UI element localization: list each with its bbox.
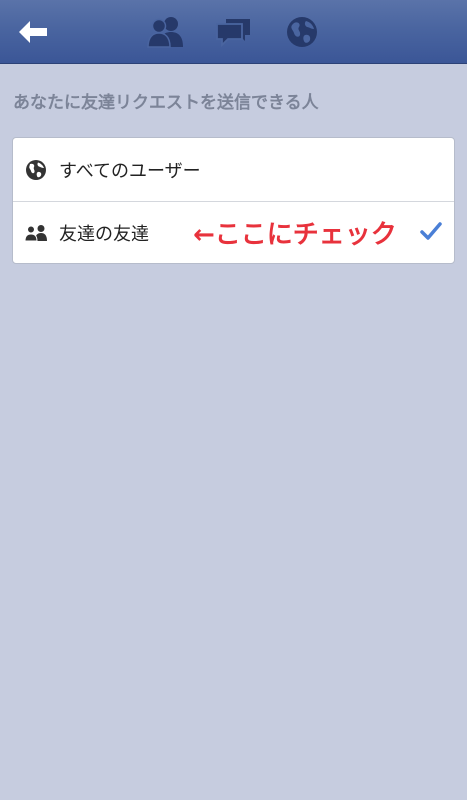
friends-icon [147, 17, 183, 48]
checkmark-icon [420, 222, 442, 240]
globe-icon [13, 159, 59, 181]
back-arrow-icon [19, 21, 47, 43]
option-friends-of-friends[interactable]: 友達の友達 ←ここにチェック [13, 201, 454, 263]
notifications-tab[interactable] [276, 0, 328, 64]
navigation-bar [0, 0, 467, 64]
messages-icon [216, 19, 250, 48]
option-everyone[interactable]: すべてのユーザー [13, 138, 454, 202]
friends-icon [13, 224, 59, 242]
friend-requests-tab[interactable] [140, 0, 192, 64]
back-button[interactable] [8, 0, 58, 64]
globe-icon [287, 17, 317, 47]
messages-tab[interactable] [208, 0, 260, 64]
option-everyone-label: すべてのユーザー [59, 160, 201, 182]
option-friends-of-friends-label: 友達の友達 [59, 223, 149, 245]
privacy-options-list: すべてのユーザー 友達の友達 ←ここにチェック [12, 137, 455, 264]
section-title: あなたに友達リクエストを送信できる人 [13, 93, 319, 113]
annotation-text: ←ここにチェック [193, 220, 397, 250]
